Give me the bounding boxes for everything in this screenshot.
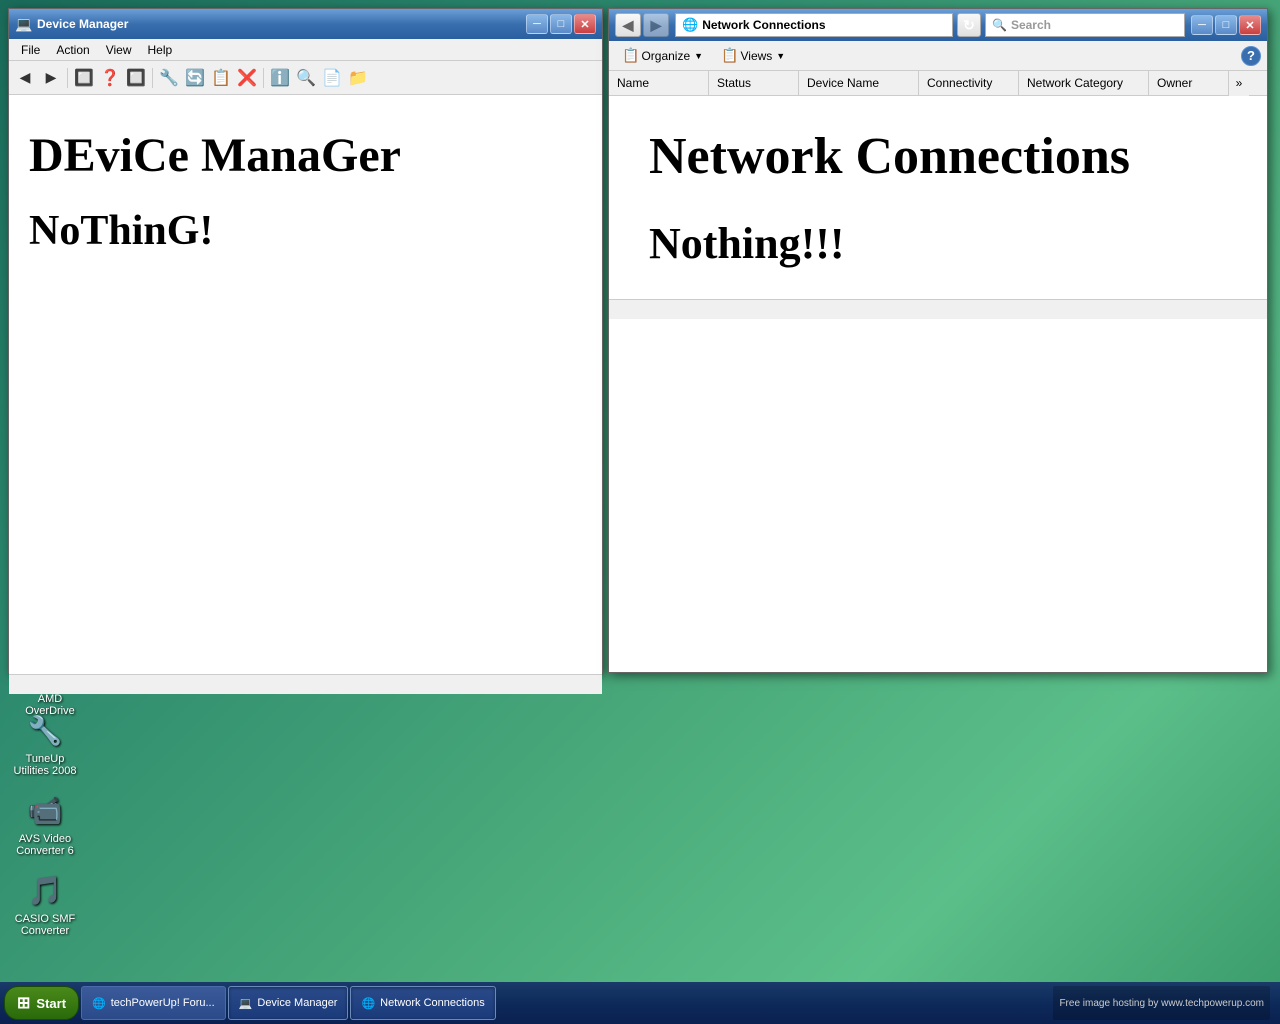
menu-bar: File Action View Help	[9, 39, 602, 61]
tb-btn-7[interactable]: ❌	[235, 66, 259, 90]
nc-close-button[interactable]: ✕	[1239, 15, 1261, 35]
dm-toolbar: ◀ ▶ 🔲 ❓ 🔲 🔧 🔄 📋 ❌ ℹ️ 🔍 📄 📁	[9, 61, 602, 95]
network-controls-left: ◀ ▶	[615, 13, 669, 37]
desktop: 🔴 AMD OverDrive 🔧 TuneUp Utilities 2008 …	[0, 0, 1280, 1024]
tb-btn-8[interactable]: ℹ️	[268, 66, 292, 90]
tb-btn-2[interactable]: ❓	[98, 66, 122, 90]
tb-btn-10[interactable]: 📄	[320, 66, 344, 90]
close-button[interactable]: ✕	[574, 14, 596, 34]
col-network-category[interactable]: Network Category	[1019, 71, 1149, 95]
views-label: Views	[741, 49, 773, 63]
desktop-icon-label: AVS Video Converter 6	[16, 833, 73, 857]
address-text: Network Connections	[702, 18, 825, 32]
tb-btn-3[interactable]: 🔲	[124, 66, 148, 90]
col-owner[interactable]: Owner	[1149, 71, 1229, 95]
device-manager-controls: ─ □ ✕	[526, 14, 596, 34]
network-titlebar: ◀ ▶ 🌐 Network Connections ▼ ↻ 🔍 Search ─…	[609, 9, 1267, 41]
taskbar-techpowerup[interactable]: 🌐 techPowerUp! Foru...	[81, 986, 226, 1020]
nc-forward-button[interactable]: ▶	[643, 13, 669, 37]
windows-logo-icon: ⊞	[17, 993, 30, 1013]
toolbar-sep-3	[263, 68, 264, 88]
tb-btn-9[interactable]: 🔍	[294, 66, 318, 90]
start-label: Start	[36, 996, 66, 1011]
tray-info: Free image hosting by www.techpowerup.co…	[1059, 998, 1264, 1009]
tb-btn-1[interactable]: 🔲	[72, 66, 96, 90]
forward-button[interactable]: ▶	[39, 66, 63, 90]
techpowerup-icon: 🌐	[92, 997, 106, 1010]
col-status[interactable]: Status	[709, 71, 799, 95]
nc-minimize-button[interactable]: ─	[1191, 15, 1213, 35]
network-connections-window: ◀ ▶ 🌐 Network Connections ▼ ↻ 🔍 Search ─…	[608, 8, 1268, 673]
menu-help[interactable]: Help	[140, 41, 181, 59]
toolbar-sep-2	[152, 68, 153, 88]
device-manager-taskbar-icon: 💻	[239, 997, 253, 1010]
nc-back-button[interactable]: ◀	[615, 13, 641, 37]
nc-maximize-button[interactable]: □	[1215, 15, 1237, 35]
nc-search-field[interactable]: 🔍 Search	[985, 13, 1185, 37]
nc-refresh-button[interactable]: ↻	[957, 13, 981, 37]
col-connectivity[interactable]: Connectivity	[919, 71, 1019, 95]
nc-scrollbar[interactable]	[609, 299, 1267, 319]
network-connections-taskbar-icon: 🌐	[361, 997, 375, 1010]
organize-icon: 📋	[622, 47, 639, 64]
network-toolbar: 📋 Organize ▼ 📋 Views ▼ ?	[609, 41, 1267, 71]
taskbar-right: Free image hosting by www.techpowerup.co…	[1053, 986, 1276, 1020]
network-help-button[interactable]: ?	[1241, 46, 1261, 66]
network-connections-heading: Network Connections	[649, 126, 1227, 188]
maximize-button[interactable]: □	[550, 14, 572, 34]
device-manager-titlebar: 💻 Device Manager ─ □ ✕	[9, 9, 602, 39]
address-dropdown-icon[interactable]: ▼	[936, 20, 946, 31]
search-icon: 🔍	[992, 18, 1007, 32]
views-dropdown-icon: ▼	[776, 51, 785, 61]
search-placeholder: Search	[1011, 18, 1051, 32]
taskbar-btn-label: techPowerUp! Foru...	[111, 997, 215, 1009]
address-icon: 🌐	[682, 17, 698, 33]
menu-file[interactable]: File	[13, 41, 48, 59]
desktop-icon-casio-smf[interactable]: 🎵 CASIO SMF Converter	[5, 870, 85, 937]
network-connections-nothing: Nothing!!!	[649, 218, 1227, 269]
start-button[interactable]: ⊞ Start	[4, 986, 79, 1020]
more-columns-button[interactable]: »	[1229, 71, 1249, 96]
taskbar-device-manager[interactable]: 💻 Device Manager	[228, 986, 349, 1020]
taskbar-btn-label: Network Connections	[380, 997, 485, 1009]
address-bar[interactable]: 🌐 Network Connections ▼	[675, 13, 953, 37]
taskbar-btn-label: Device Manager	[257, 997, 337, 1009]
desktop-icon-label: CASIO SMF Converter	[15, 913, 76, 937]
device-manager-nothing: NoThinG!	[29, 207, 582, 255]
device-manager-title-icon: 💻	[15, 16, 31, 32]
menu-action[interactable]: Action	[48, 41, 97, 59]
system-tray: Free image hosting by www.techpowerup.co…	[1053, 986, 1270, 1020]
desktop-icon-tuneup[interactable]: 🔧 TuneUp Utilities 2008	[5, 710, 85, 777]
col-name[interactable]: Name	[609, 71, 709, 95]
device-manager-content: DEviCe ManaGer NoThinG!	[9, 95, 602, 674]
back-button[interactable]: ◀	[13, 66, 37, 90]
avs-video-icon: 📹	[25, 790, 65, 830]
views-button[interactable]: 📋 Views ▼	[714, 44, 792, 67]
tb-btn-6[interactable]: 📋	[209, 66, 233, 90]
network-content-area: Network Connections Nothing!!!	[609, 96, 1267, 299]
minimize-button[interactable]: ─	[526, 14, 548, 34]
tb-btn-4[interactable]: 🔧	[157, 66, 181, 90]
dm-scrollbar[interactable]	[9, 674, 602, 694]
casio-smf-icon: 🎵	[25, 870, 65, 910]
tb-btn-5[interactable]: 🔄	[183, 66, 207, 90]
organize-dropdown-icon: ▼	[694, 51, 703, 61]
device-manager-heading: DEviCe ManaGer	[29, 125, 582, 187]
taskbar: ⊞ Start 🌐 techPowerUp! Foru... 💻 Device …	[0, 982, 1280, 1024]
column-headers: Name Status Device Name Connectivity Net…	[609, 71, 1267, 96]
menu-view[interactable]: View	[98, 41, 140, 59]
views-icon: 📋	[721, 47, 738, 64]
organize-label: Organize	[641, 49, 690, 63]
toolbar-sep-1	[67, 68, 68, 88]
device-manager-title: Device Manager	[37, 17, 526, 31]
tb-btn-11[interactable]: 📁	[346, 66, 370, 90]
tuneup-icon: 🔧	[25, 710, 65, 750]
desktop-icon-label: TuneUp Utilities 2008	[14, 753, 77, 777]
desktop-icon-avs-video[interactable]: 📹 AVS Video Converter 6	[5, 790, 85, 857]
organize-button[interactable]: 📋 Organize ▼	[615, 44, 710, 67]
network-controls: ─ □ ✕	[1191, 15, 1261, 35]
col-device-name[interactable]: Device Name	[799, 71, 919, 95]
device-manager-window: 💻 Device Manager ─ □ ✕ File Action View …	[8, 8, 603, 673]
taskbar-network-connections[interactable]: 🌐 Network Connections	[350, 986, 495, 1020]
